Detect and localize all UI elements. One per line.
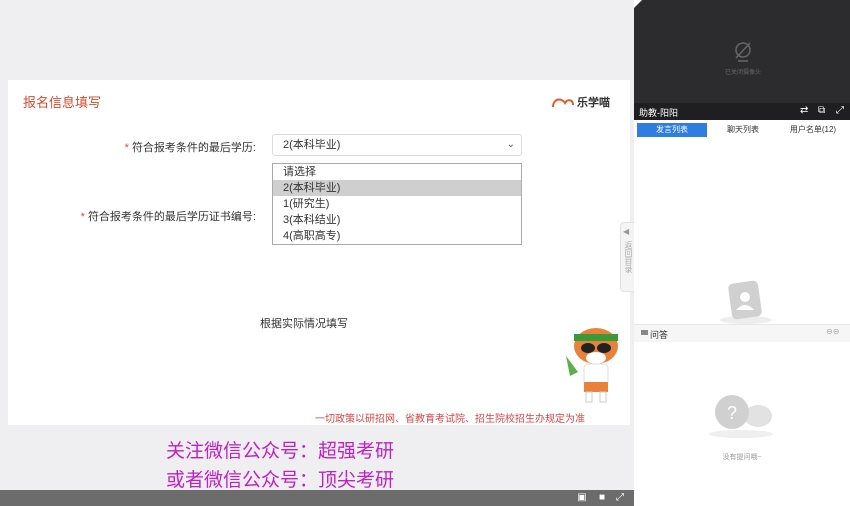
- expand-icon[interactable]: ⤢: [836, 105, 844, 117]
- policy-note: 一切政策以研招网、省教育考试院、招生院校招生办规定为准: [315, 414, 585, 425]
- cat-mascot-illustration: [566, 328, 618, 403]
- qa-empty-text: 没有提问哦~: [722, 454, 762, 461]
- watermark-line-2: 或者微信公众号：顶尖考研: [166, 469, 395, 491]
- svg-text:?: ?: [727, 403, 737, 423]
- watermark-line-1: 关注微信公众号：超强考研: [166, 440, 395, 462]
- swap-icon[interactable]: ⇄: [800, 105, 808, 117]
- camera-off-text: 已关闭摄像头: [724, 70, 761, 76]
- qa-collapse-icon[interactable]: ⊖⊖: [826, 327, 839, 336]
- education-dropdown[interactable]: 请选择 2(本科毕业) 1(研究生) 3(本科结业) 4(高职高专): [272, 163, 522, 245]
- tab-chat-list[interactable]: 聊天列表: [708, 123, 778, 137]
- empty-chat-illustration: [720, 280, 772, 324]
- question-bubble-icon: ?: [709, 395, 773, 438]
- form-card: [8, 80, 630, 425]
- dropdown-option[interactable]: 3(本科结业): [273, 212, 521, 228]
- window-icon[interactable]: ■: [596, 492, 608, 504]
- side-collapse-tab[interactable]: ◀ 返回目录: [620, 222, 634, 292]
- logo-text: 乐学喵: [577, 95, 610, 109]
- player-bottom-bar: ▣ ■ ⤢: [0, 490, 634, 506]
- form-title: 报名信息填写: [23, 95, 102, 110]
- tab-speech-list[interactable]: 发言列表: [637, 123, 707, 137]
- corner-indicator: [634, 0, 642, 8]
- dropdown-option[interactable]: 1(研究生): [273, 196, 521, 212]
- fill-note: 根据实际情况填写: [260, 318, 348, 330]
- certificate-label-text: 符合报考条件的最后学历证书编号:: [87, 211, 256, 223]
- education-label-text: 符合报考条件的最后学历:: [131, 142, 256, 154]
- education-selected-value: 2(本科毕业): [283, 139, 341, 151]
- dropdown-option[interactable]: 请选择: [273, 164, 521, 180]
- certificate-label: * 符合报考条件的最后学历证书编号:: [60, 208, 256, 224]
- education-select[interactable]: 2(本科毕业) ⌄: [272, 134, 522, 156]
- required-mark: *: [80, 211, 85, 223]
- brand-logo: 乐学喵: [552, 95, 610, 109]
- education-label: * 符合报考条件的最后学历:: [110, 139, 256, 155]
- qa-title: 问答: [650, 330, 669, 340]
- fullscreen-icon[interactable]: ⤢: [614, 492, 626, 504]
- required-mark: *: [124, 142, 129, 154]
- dropdown-option[interactable]: 4(高职高专): [273, 228, 521, 244]
- chevron-down-icon: ⌄: [506, 139, 515, 150]
- qa-icon: [641, 330, 648, 335]
- camera-off-icon: [735, 42, 751, 62]
- tab-user-list[interactable]: 用户名单(12): [778, 123, 848, 137]
- assistant-name: 助教-阳阳: [639, 108, 678, 118]
- fit-screen-icon[interactable]: ▣: [576, 492, 588, 504]
- collapse-tab-label: 返回目录: [624, 241, 633, 273]
- dropdown-option-selected[interactable]: 2(本科毕业): [273, 180, 521, 196]
- chevron-left-icon: ◀: [623, 227, 630, 236]
- popout-icon[interactable]: ⧉: [818, 105, 825, 117]
